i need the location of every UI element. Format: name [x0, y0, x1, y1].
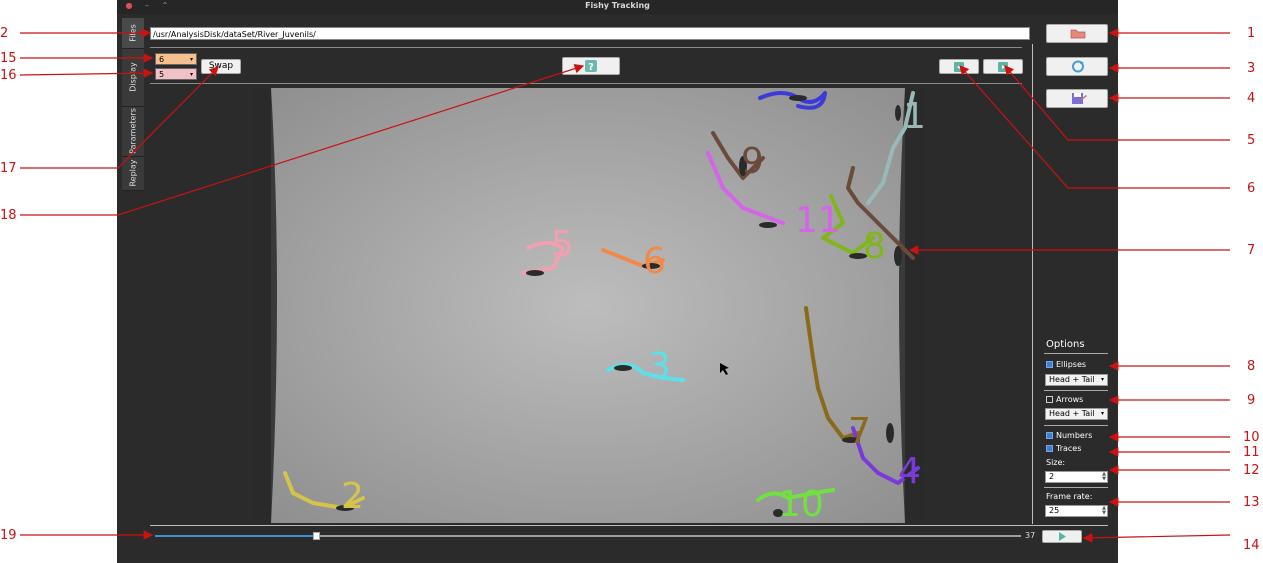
svg-text:19: 19	[0, 528, 17, 543]
svg-text:1: 1	[1247, 26, 1255, 41]
svg-text:13: 13	[1243, 495, 1260, 510]
svg-text:7: 7	[1247, 243, 1255, 258]
svg-text:18: 18	[0, 208, 17, 223]
svg-text:9: 9	[1247, 393, 1255, 408]
svg-text:5: 5	[1247, 133, 1255, 148]
svg-text:6: 6	[1247, 181, 1255, 196]
svg-text:14: 14	[1243, 538, 1260, 553]
svg-text:15: 15	[0, 51, 17, 66]
svg-text:2: 2	[0, 26, 8, 41]
svg-text:10: 10	[1243, 430, 1260, 445]
svg-text:17: 17	[0, 161, 17, 176]
svg-text:3: 3	[1247, 61, 1255, 76]
svg-text:8: 8	[1247, 359, 1255, 374]
svg-text:4: 4	[1247, 91, 1255, 106]
svg-text:16: 16	[0, 68, 17, 83]
svg-text:11: 11	[1243, 445, 1260, 460]
annotation-arrows: 1 3 4 5 6 7 8 9 10 11 12 13 14 2 15 16 1…	[0, 26, 1260, 553]
svg-text:12: 12	[1243, 463, 1260, 478]
